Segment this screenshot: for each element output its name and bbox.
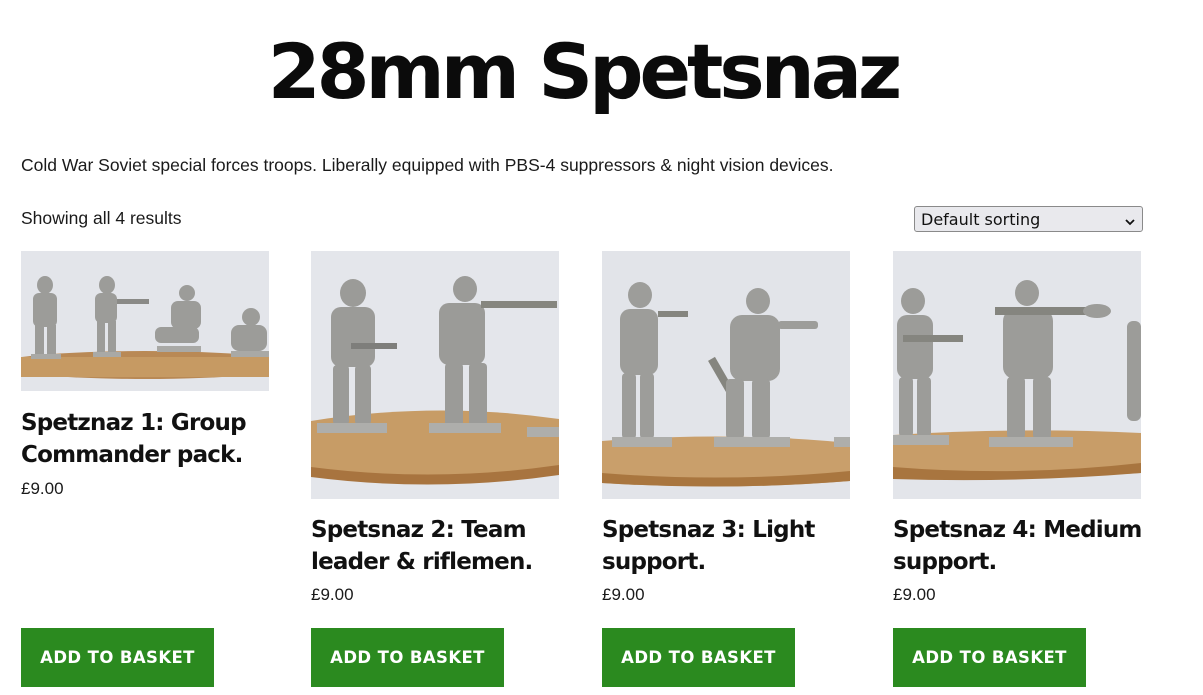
product-image[interactable] [311, 251, 559, 499]
product-title[interactable]: Spetsnaz 4: Medium support. [893, 514, 1153, 578]
product-price: £9.00 [893, 585, 936, 604]
result-count: Showing all 4 results [21, 208, 182, 228]
page-title: 28mm Spetsnaz [267, 27, 902, 116]
product-card: Spetznaz 1: Group Commander pack. £9.00 … [21, 251, 269, 691]
product-image[interactable] [602, 251, 850, 499]
add-to-basket-button[interactable]: ADD TO BASKET [602, 628, 795, 687]
product-card: Spetsnaz 4: Medium support. £9.00 ADD TO… [893, 251, 1142, 691]
add-to-basket-button[interactable]: ADD TO BASKET [311, 628, 504, 687]
product-price: £9.00 [21, 479, 64, 498]
product-price: £9.00 [602, 585, 645, 604]
chevron-down-icon [1124, 213, 1136, 226]
add-to-basket-button[interactable]: ADD TO BASKET [21, 628, 214, 687]
product-title[interactable]: Spetznaz 1: Group Commander pack. [21, 407, 281, 471]
category-description: Cold War Soviet special forces troops. L… [21, 155, 834, 175]
product-image[interactable] [21, 251, 269, 391]
shop-category-page: 28mm Spetsnaz Cold War Soviet special fo… [0, 0, 1203, 695]
add-to-basket-button[interactable]: ADD TO BASKET [893, 628, 1086, 687]
product-price: £9.00 [311, 585, 354, 604]
product-card: Spetsnaz 2: Team leader & riflemen. £9.0… [311, 251, 559, 691]
sort-selected-value: Default sorting [921, 209, 1041, 229]
sort-dropdown[interactable]: Default sorting [914, 206, 1143, 232]
product-title[interactable]: Spetsnaz 3: Light support. [602, 514, 862, 578]
product-card: Spetsnaz 3: Light support. £9.00 ADD TO … [602, 251, 850, 691]
product-title[interactable]: Spetsnaz 2: Team leader & riflemen. [311, 514, 571, 578]
product-image[interactable] [893, 251, 1141, 499]
